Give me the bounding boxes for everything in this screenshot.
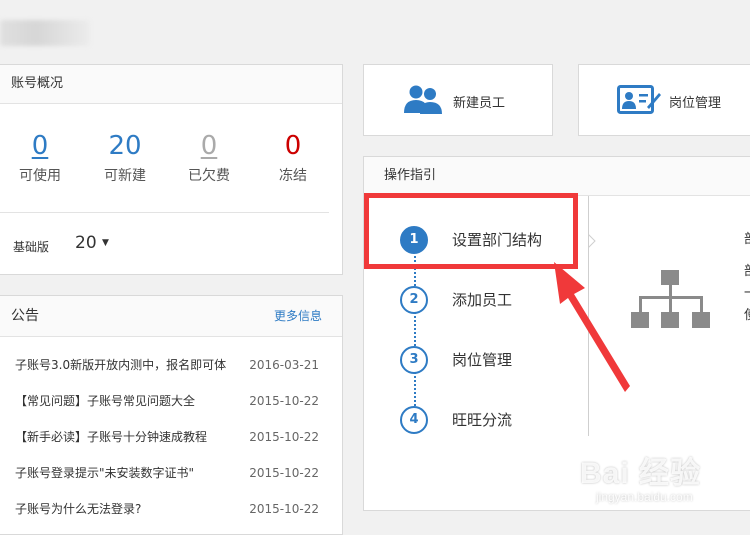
side-text-3: 一 (744, 282, 750, 301)
stat-available[interactable]: 0 可使用 (5, 129, 75, 185)
list-item[interactable]: 子账号3.0新版开放内测中，报名即可体 2016-03-21 (15, 347, 339, 383)
notice-panel: 公告 更多信息 子账号3.0新版开放内测中，报名即可体 2016-03-21 【… (0, 295, 343, 535)
account-overview-panel: 账号概况 0 可使用 20 可新建 0 已欠费 0 冻结 基础版 20 ▼ (0, 64, 343, 275)
list-item[interactable]: 【新手必读】子账号十分钟速成教程 2015-10-22 (15, 419, 339, 455)
id-card-icon (617, 85, 661, 114)
step-number: 2 (400, 286, 428, 314)
notice-text[interactable]: 子账号3.0新版开放内测中，报名即可体 (15, 358, 226, 372)
users-icon (404, 85, 442, 114)
stat-overdue-label: 已欠费 (188, 168, 230, 184)
stat-creatable-label: 可新建 (104, 168, 146, 184)
edition-select[interactable]: 20 ▼ (75, 233, 109, 253)
stat-frozen-label: 冻结 (279, 168, 307, 184)
side-text-4: 使 (744, 304, 750, 323)
notice-text[interactable]: 子账号登录提示"未安装数字证书" (15, 466, 194, 480)
list-item[interactable]: 子账号为什么无法登录? 2015-10-22 (15, 491, 339, 527)
annotation-arrow (554, 262, 630, 392)
stat-available-label: 可使用 (19, 168, 61, 184)
stat-creatable-value: 20 (108, 131, 142, 161)
position-management-label: 岗位管理 (669, 96, 722, 111)
notice-date: 2015-10-22 (249, 466, 319, 480)
position-management-button[interactable]: 岗位管理 (578, 64, 750, 136)
notice-text[interactable]: 子账号为什么无法登录? (15, 502, 141, 516)
watermark-url: jingyan.baidu.com (596, 490, 693, 504)
step-number: 3 (400, 346, 428, 374)
blurred-header (0, 20, 90, 46)
account-overview-title: 账号概况 (0, 65, 342, 104)
edition-label: 基础版 (13, 240, 50, 254)
new-employee-button[interactable]: 新建员工 (363, 64, 553, 136)
notice-title: 公告 (11, 308, 39, 324)
notice-date: 2015-10-22 (249, 502, 319, 516)
org-chart-icon (631, 270, 710, 328)
stat-frozen: 0 冻结 (258, 129, 328, 185)
chevron-right-icon (588, 234, 596, 248)
notice-date: 2016-03-21 (249, 358, 319, 372)
step-label: 旺旺分流 (452, 411, 513, 429)
side-text-1: 部 (744, 228, 750, 247)
notice-list: 子账号3.0新版开放内测中，报名即可体 2016-03-21 【常见问题】子账号… (15, 347, 339, 527)
stat-overdue-value[interactable]: 0 (174, 129, 244, 163)
notice-text[interactable]: 【常见问题】子账号常见问题大全 (15, 394, 195, 408)
notice-text[interactable]: 【新手必读】子账号十分钟速成教程 (15, 430, 207, 444)
list-item[interactable]: 【常见问题】子账号常见问题大全 2015-10-22 (15, 383, 339, 419)
more-info-link[interactable]: 更多信息 (274, 296, 322, 336)
step-label: 岗位管理 (452, 351, 513, 369)
stat-frozen-value: 0 (284, 131, 302, 161)
notice-date: 2015-10-22 (249, 394, 319, 408)
guide-title: 操作指引 (364, 157, 750, 196)
side-text-2: 部 (744, 260, 750, 279)
list-item[interactable]: 子账号登录提示"未安装数字证书" 2015-10-22 (15, 455, 339, 491)
caret-down-icon: ▼ (102, 238, 109, 248)
new-employee-label: 新建员工 (453, 96, 506, 111)
step-number: 4 (400, 406, 428, 434)
stat-creatable: 20 可新建 (90, 129, 160, 185)
divider (0, 212, 329, 213)
notice-date: 2015-10-22 (249, 430, 319, 444)
stat-overdue[interactable]: 0 已欠费 (174, 129, 244, 185)
stat-available-value[interactable]: 0 (5, 129, 75, 163)
notice-title-bar: 公告 更多信息 (0, 296, 342, 337)
watermark-logo: Bai 经验 (580, 457, 702, 490)
edition-value: 20 (75, 233, 97, 253)
step-connector (414, 256, 416, 406)
step-label: 添加员工 (452, 291, 513, 309)
